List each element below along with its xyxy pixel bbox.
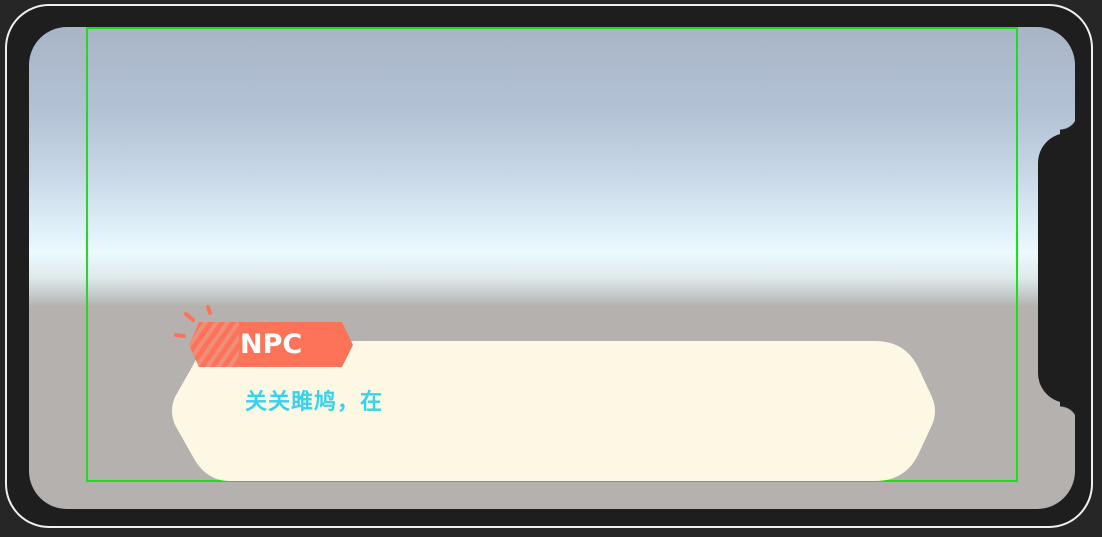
device-notch (1038, 133, 1078, 403)
device-notch-corner-top (1060, 112, 1078, 134)
dialog-text: 关关雎鸠，在 (245, 390, 384, 415)
npc-name-label: NPC (240, 329, 303, 360)
device-notch-corner-bottom (1060, 402, 1078, 424)
